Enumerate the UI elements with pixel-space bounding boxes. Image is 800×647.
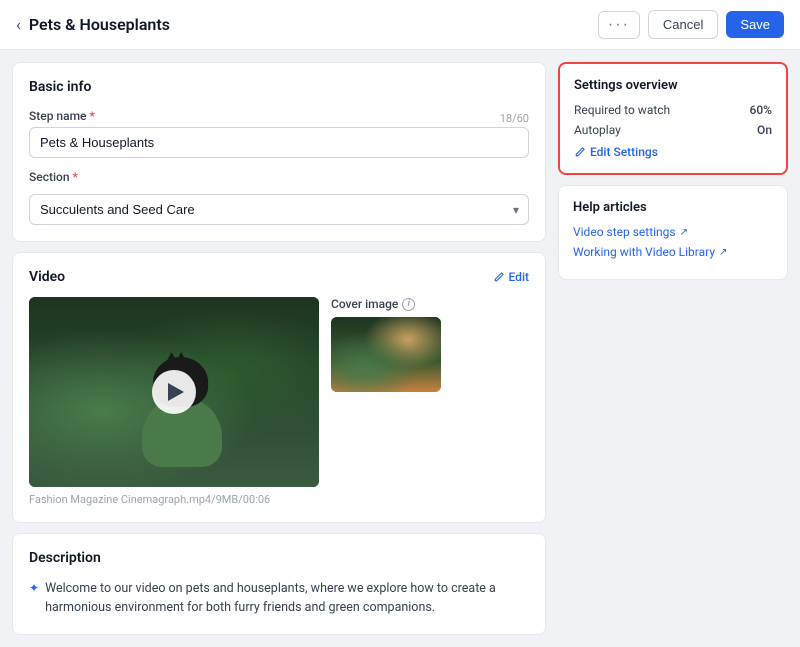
- section-select-wrap: Succulents and Seed Care ▾: [29, 194, 529, 225]
- basic-info-title: Basic info: [29, 79, 529, 95]
- cancel-button[interactable]: Cancel: [648, 10, 718, 39]
- external-link-icon-2: ↗: [719, 247, 727, 258]
- cover-image-thumbnail[interactable]: [331, 317, 441, 392]
- header: ‹ Pets & Houseplants ··· Cancel Save: [0, 0, 800, 50]
- description-content: ✦ Welcome to our video on pets and house…: [29, 580, 529, 618]
- main-panel: Basic info Step name * 18/60 Section * S…: [12, 62, 546, 635]
- cover-thumb-bg: [331, 317, 441, 392]
- cover-image-area: Cover image i: [331, 297, 529, 392]
- help-articles-card: Help articles Video step settings ↗ Work…: [558, 185, 788, 280]
- right-panel: Settings overview Required to watch 60% …: [558, 62, 788, 635]
- required-to-watch-label: Required to watch: [574, 103, 670, 117]
- pencil-icon: [574, 146, 586, 158]
- help-link-video-step-settings[interactable]: Video step settings ↗: [573, 225, 773, 239]
- description-title: Description: [29, 550, 529, 566]
- cat-ear-right: [173, 352, 189, 367]
- video-caption: Fashion Magazine Cinemagraph.mp4/9MB/00:…: [29, 493, 319, 506]
- content-area: Basic info Step name * 18/60 Section * S…: [0, 50, 800, 647]
- section-select[interactable]: Succulents and Seed Care: [29, 194, 529, 225]
- back-icon[interactable]: ‹: [16, 15, 21, 34]
- required-star: *: [89, 109, 94, 123]
- step-name-label: Step name *: [29, 109, 95, 123]
- video-thumbnail[interactable]: [29, 297, 319, 487]
- page-title: Pets & Houseplants: [29, 15, 170, 34]
- save-button[interactable]: Save: [726, 11, 784, 38]
- required-to-watch-row: Required to watch 60%: [574, 103, 772, 117]
- autoplay-row: Autoplay On: [574, 123, 772, 137]
- play-triangle-icon: [168, 383, 184, 401]
- section-required-star: *: [73, 170, 78, 184]
- edit-icon: [493, 271, 505, 283]
- help-link-video-library[interactable]: Working with Video Library ↗: [573, 245, 773, 259]
- header-left: ‹ Pets & Houseplants: [16, 15, 170, 34]
- play-button[interactable]: [152, 370, 196, 414]
- cover-image-label: Cover image i: [331, 297, 529, 311]
- more-options-button[interactable]: ···: [598, 11, 640, 39]
- edit-settings-link[interactable]: Edit Settings: [574, 145, 772, 159]
- info-icon: i: [402, 298, 415, 311]
- autoplay-label: Autoplay: [574, 123, 621, 137]
- sparkle-icon: ✦: [29, 581, 39, 595]
- char-count: 18/60: [500, 112, 529, 125]
- step-name-input[interactable]: [29, 127, 529, 158]
- video-card: Video Edit: [12, 252, 546, 523]
- video-card-header: Video Edit: [29, 269, 529, 285]
- header-actions: ··· Cancel Save: [598, 10, 784, 39]
- description-card: Description ✦ Welcome to our video on pe…: [12, 533, 546, 635]
- video-thumbnail-container: Fashion Magazine Cinemagraph.mp4/9MB/00:…: [29, 297, 319, 506]
- video-edit-link[interactable]: Edit: [493, 270, 529, 284]
- step-name-label-row: Step name * 18/60: [29, 109, 529, 127]
- required-to-watch-value: 60%: [750, 103, 772, 117]
- section-label: Section *: [29, 170, 529, 184]
- description-text: Welcome to our video on pets and housepl…: [45, 580, 529, 618]
- settings-overview-card: Settings overview Required to watch 60% …: [558, 62, 788, 175]
- autoplay-value: On: [757, 123, 772, 137]
- help-articles-title: Help articles: [573, 200, 773, 215]
- video-content: Fashion Magazine Cinemagraph.mp4/9MB/00:…: [29, 297, 529, 506]
- external-link-icon-1: ↗: [680, 227, 688, 238]
- basic-info-card: Basic info Step name * 18/60 Section * S…: [12, 62, 546, 242]
- video-section-title: Video: [29, 269, 65, 285]
- settings-overview-title: Settings overview: [574, 78, 772, 93]
